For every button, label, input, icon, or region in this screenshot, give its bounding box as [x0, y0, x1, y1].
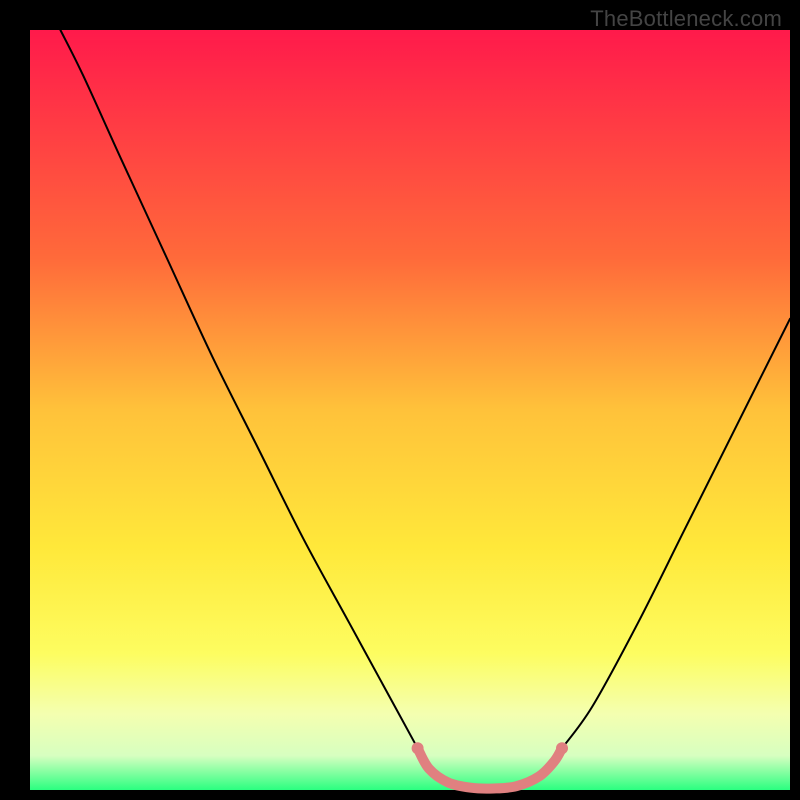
chart-container: TheBottleneck.com: [0, 0, 800, 800]
chart-background: [30, 30, 790, 790]
attribution-text: TheBottleneck.com: [590, 6, 782, 32]
highlight-endpoint: [556, 742, 568, 754]
bottleneck-curve-chart: [0, 0, 800, 800]
highlight-endpoint: [412, 742, 424, 754]
